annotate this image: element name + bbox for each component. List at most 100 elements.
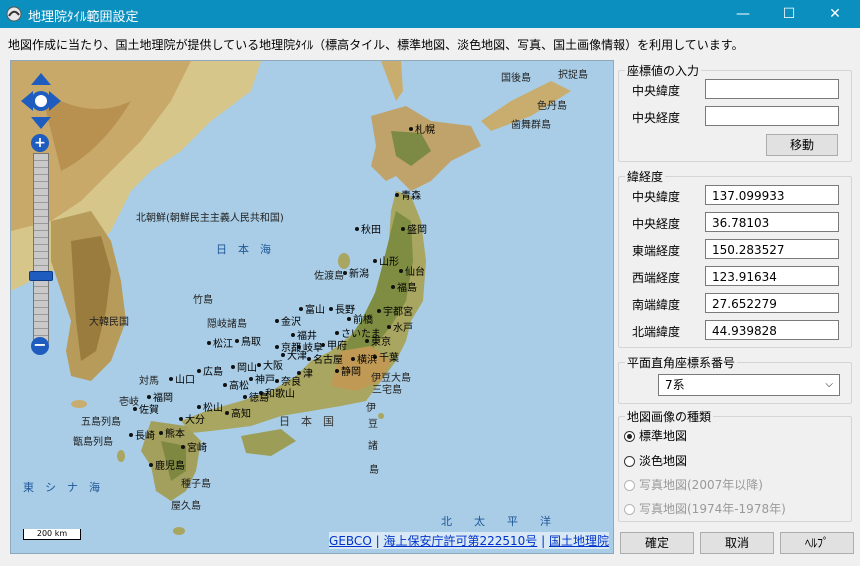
map-type-photo-1974-radio: 写真地図(1974年-1978年) xyxy=(624,500,786,517)
gsi-link[interactable]: 国土地理院 xyxy=(549,534,609,548)
radio-unchecked-icon xyxy=(624,456,635,467)
map-city-kumamoto: 熊本 xyxy=(159,425,185,440)
map-type-photo-2007-radio: 写真地図(2007年以降) xyxy=(624,476,763,493)
map-type-legend: 地図画像の種類 xyxy=(625,408,714,425)
map-city-mito: 水戸 xyxy=(387,319,413,334)
map-city-fukushima: 福島 xyxy=(391,279,417,294)
east-lon-field[interactable]: 150.283527 xyxy=(705,239,839,259)
coord-lon-label: 中央経度 xyxy=(632,111,681,125)
center-lat-field[interactable]: 137.099933 xyxy=(705,185,839,205)
pan-control[interactable] xyxy=(21,73,61,129)
map-city-saga: 佐賀 xyxy=(133,401,159,416)
map-city-tottori: 鳥取 xyxy=(235,333,261,348)
map-city-utsunomiya: 宇都宮 xyxy=(377,303,413,318)
maximize-button[interactable]: ☐ xyxy=(766,0,812,28)
map-city-nagasaki: 長崎 xyxy=(129,427,155,442)
coord-lon-input[interactable] xyxy=(705,106,839,126)
coord-lat-input[interactable] xyxy=(705,79,839,99)
map-label-goto: 五島列島 xyxy=(81,417,121,428)
map-type-label: 写真地図(2007年以降) xyxy=(639,478,763,492)
map-label-miyake: 三宅島 xyxy=(372,385,402,396)
map-city-kanazawa: 金沢 xyxy=(275,313,301,328)
map-city-oita: 大分 xyxy=(179,411,205,426)
plane-coord-value: 7系 xyxy=(665,378,685,392)
map-label-east-china-sea: 東 シ ナ 海 xyxy=(23,481,100,494)
map-type-label: 写真地図(1974年-1978年) xyxy=(639,502,786,516)
zoom-slider-thumb[interactable] xyxy=(29,271,53,281)
map-label-izu-3: 諸 xyxy=(368,441,378,452)
window-title: 地理院ﾀｲﾙ範囲設定 xyxy=(28,10,139,25)
map-city-kochi: 高知 xyxy=(225,405,251,420)
map-city-tokushima: 徳島 xyxy=(243,389,269,404)
map-view[interactable]: 日 本 海 東 シ ナ 海 北 太 平 洋 日 本 国 国後島 択捉島 色丹島 … xyxy=(10,60,614,554)
map-city-sapporo: 札幌 xyxy=(409,121,435,136)
map-city-nagano: 長野 xyxy=(329,301,355,316)
map-city-shizuoka: 静岡 xyxy=(335,363,361,378)
south-lat-field[interactable]: 27.652279 xyxy=(705,293,839,313)
latlon-legend: 緯経度 xyxy=(625,168,666,185)
map-label-izu-2: 豆 xyxy=(368,419,378,430)
map-city-matsue: 松江 xyxy=(207,335,233,350)
scale-bar: 200 km xyxy=(23,529,81,540)
map-label-habomai: 歯舞群島 xyxy=(511,120,551,131)
zoom-out-button[interactable]: − xyxy=(31,337,49,355)
radio-checked-icon xyxy=(624,431,635,442)
chevron-down-icon: ⌵ xyxy=(825,379,833,390)
center-lon-field[interactable]: 36.78103 xyxy=(705,212,839,232)
zoom-in-button[interactable]: + xyxy=(31,134,49,152)
latlon-label: 中央緯度 xyxy=(632,190,681,204)
map-city-okayama: 岡山 xyxy=(231,359,257,374)
latlon-label: 中央経度 xyxy=(632,217,681,231)
map-city-akita: 秋田 xyxy=(355,221,381,236)
map-label-tsushima: 対馬 xyxy=(139,376,159,387)
map-city-tokyo: 東京 xyxy=(365,333,391,348)
plane-coord-legend: 平面直角座標系番号 xyxy=(625,354,738,371)
map-type-standard-radio[interactable]: 標準地図 xyxy=(624,427,687,444)
map-city-kagoshima: 鹿児島 xyxy=(149,457,185,472)
help-button[interactable]: ﾍﾙﾌﾟ xyxy=(780,532,854,554)
map-label-north-korea: 北朝鮮(朝鮮民主主義人民共和国) xyxy=(136,213,284,224)
map-city-kofu: 甲府 xyxy=(321,337,347,352)
map-city-osaka: 大阪 xyxy=(257,357,283,372)
latlon-label: 東端経度 xyxy=(632,244,681,258)
map-label-etorofu: 択捉島 xyxy=(558,70,588,81)
map-city-sendai: 仙台 xyxy=(399,263,425,278)
map-city-miyazaki: 宮崎 xyxy=(181,439,207,454)
ok-button[interactable]: 確定 xyxy=(620,532,694,554)
map-type-pale-radio[interactable]: 淡色地図 xyxy=(624,452,687,469)
latlon-label: 北端緯度 xyxy=(632,325,681,339)
minimize-button[interactable]: — xyxy=(720,0,766,28)
map-label-pacific: 北 太 平 洋 xyxy=(441,515,551,528)
map-label-izu-1: 伊 xyxy=(366,403,376,414)
radio-unchecked-icon xyxy=(624,480,635,491)
map-label-japan-sea: 日 本 海 xyxy=(216,243,271,256)
map-label-izu-4: 島 xyxy=(369,465,379,476)
north-lat-field[interactable]: 44.939828 xyxy=(705,320,839,340)
permit-link[interactable]: 海上保安庁許可第222510号 xyxy=(383,534,537,548)
map-label-kunashiri: 国後島 xyxy=(501,73,531,84)
map-label-koshiki: 甑島列島 xyxy=(73,437,113,448)
map-city-yamaguchi: 山口 xyxy=(169,371,195,386)
west-lon-field[interactable]: 123.91634 xyxy=(705,266,839,286)
move-button[interactable]: 移動 xyxy=(766,134,838,156)
map-label-sado: 佐渡島 xyxy=(314,271,344,282)
map-label-oki: 隠岐諸島 xyxy=(207,319,247,330)
description-text: 地図作成に当たり、国土地理院が提供している地理院ﾀｲﾙ（標高タイル、標準地図、淡… xyxy=(8,38,744,52)
map-city-niigata: 新潟 xyxy=(343,265,369,280)
map-label-yakushima: 屋久島 xyxy=(171,501,201,512)
map-city-otsu: 大津 xyxy=(281,347,307,362)
map-label-tanegashima: 種子島 xyxy=(181,479,211,490)
coord-input-legend: 座標値の入力 xyxy=(625,62,702,79)
zoom-slider-track[interactable] xyxy=(33,153,49,343)
map-label-shikotan: 色丹島 xyxy=(537,101,567,112)
map-label-japan: 日 本 国 xyxy=(279,415,334,428)
coord-lat-label: 中央緯度 xyxy=(632,84,681,98)
cancel-button[interactable]: 取消 xyxy=(700,532,774,554)
gebco-link[interactable]: GEBCO xyxy=(329,534,372,548)
map-label-takeshima: 竹島 xyxy=(193,295,213,306)
latlon-label: 西端経度 xyxy=(632,271,681,285)
close-button[interactable]: ✕ xyxy=(812,0,858,28)
title-bar: 地理院ﾀｲﾙ範囲設定 — ☐ ✕ xyxy=(0,0,860,28)
map-city-hiroshima: 広島 xyxy=(197,363,223,378)
plane-coord-select[interactable]: 7系 ⌵ xyxy=(658,374,840,396)
